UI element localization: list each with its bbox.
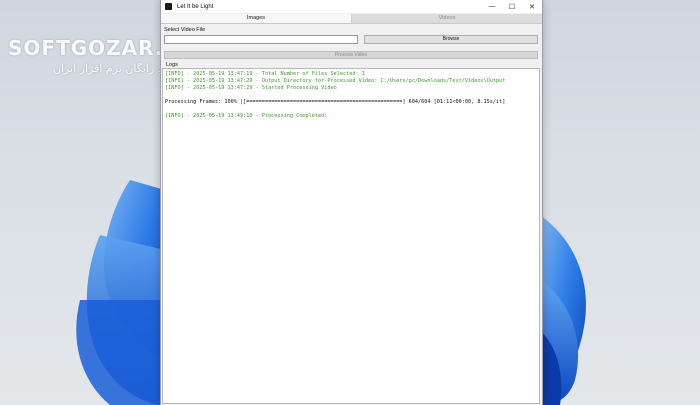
log-line: [INFO] - 2025-05-19 13:47:19 - Total Num… xyxy=(165,71,365,77)
tab-bar: Images Videos xyxy=(161,14,542,24)
log-line-blank xyxy=(165,92,537,99)
close-button[interactable]: ✕ xyxy=(522,0,542,13)
tab-videos[interactable]: Videos xyxy=(352,14,542,23)
window-title: Let It be Light xyxy=(177,3,214,10)
log-line-blank xyxy=(165,106,537,113)
watermark-subtitle: دانلود رایگان نرم افزار ایران xyxy=(52,62,183,75)
title-bar[interactable]: Let It be Light — ☐ ✕ xyxy=(161,0,542,13)
window-controls: — ☐ ✕ xyxy=(482,0,542,13)
app-icon xyxy=(165,3,172,10)
log-output[interactable]: [INFO] - 2025-05-19 13:47:19 - Total Num… xyxy=(162,68,540,404)
maximize-button[interactable]: ☐ xyxy=(502,0,522,13)
log-line: [INFO] - 2025-05-19 13:49:10 - Processin… xyxy=(165,113,328,119)
select-video-label: Select Video File xyxy=(164,27,206,33)
minimize-button[interactable]: — xyxy=(482,0,502,13)
browse-button[interactable]: Browse xyxy=(364,35,538,44)
video-file-input[interactable] xyxy=(164,35,358,44)
log-line: [INFO] - 2025-05-19 13:47:29 - Started P… xyxy=(165,85,337,91)
log-progress-line: Processing Frames: 100% |[==============… xyxy=(165,99,506,105)
tab-images[interactable]: Images xyxy=(161,14,352,23)
desktop: SOFTGOZAR.COM دانلود رایگان نرم افزار ای… xyxy=(0,0,700,405)
app-window: Let It be Light — ☐ ✕ Images Videos Sele… xyxy=(160,0,543,405)
process-video-button[interactable]: Process Video xyxy=(164,51,538,59)
log-line: [INFO] - 2025-05-19 13:47:29 - Output Di… xyxy=(165,78,506,84)
